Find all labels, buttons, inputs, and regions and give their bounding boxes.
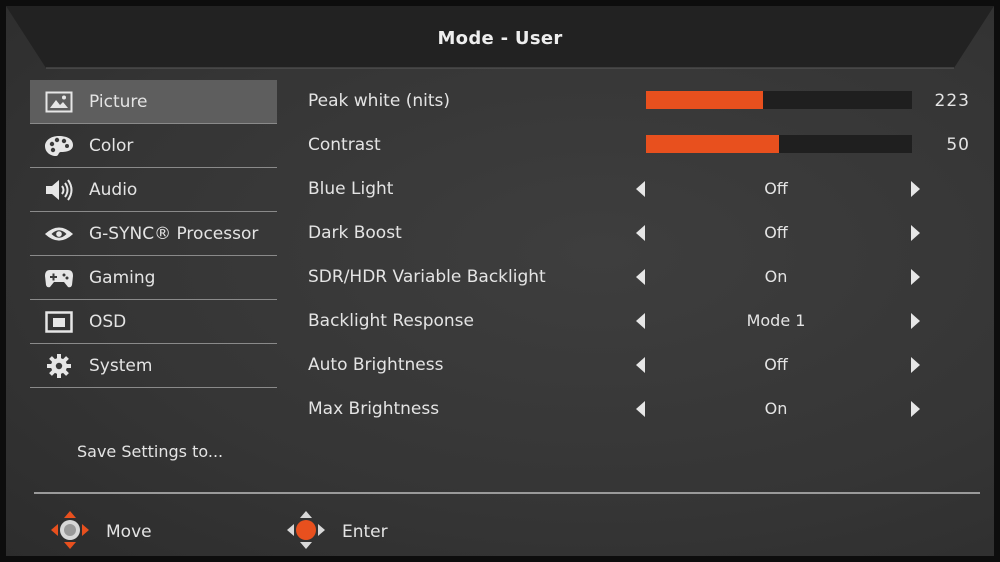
setting-label: Auto Brightness [308, 355, 444, 375]
arrow-left-icon[interactable] [636, 269, 645, 285]
arrow-right-icon[interactable] [911, 357, 920, 373]
arrow-right-icon[interactable] [911, 181, 920, 197]
enter-hint: Enter [286, 510, 388, 554]
setting-row-peak-white[interactable]: Peak white (nits) 223 [306, 80, 976, 124]
option-value: Off [764, 223, 788, 242]
picture-icon [44, 90, 74, 114]
setting-label: Backlight Response [308, 311, 474, 331]
setting-row-blue-light[interactable]: Blue Light Off [306, 168, 976, 212]
slider-value: 50 [946, 135, 970, 155]
setting-row-variable-backlight[interactable]: SDR/HDR Variable Backlight On [306, 256, 976, 300]
bezel-right [994, 0, 1000, 562]
option-value: On [764, 399, 788, 418]
setting-row-auto-brightness[interactable]: Auto Brightness Off [306, 344, 976, 388]
sidebar-item-color[interactable]: Color [30, 124, 277, 168]
arrow-left-icon[interactable] [636, 401, 645, 417]
move-joystick-icon [50, 510, 90, 554]
sidebar-item-picture[interactable]: Picture [30, 80, 277, 124]
sidebar-item-system[interactable]: System [30, 344, 277, 388]
sidebar-item-gsync[interactable]: G-SYNC® Processor [30, 212, 277, 256]
sidebar-item-osd[interactable]: OSD [30, 300, 277, 344]
sidebar-menu: Picture Color Audio G-SYNC® Processor Ga… [30, 80, 277, 388]
slider-value: 223 [934, 91, 970, 111]
palette-icon [44, 134, 74, 158]
arrow-right-icon[interactable] [911, 269, 920, 285]
nvidia-eye-icon [44, 222, 74, 246]
option-value: Off [764, 355, 788, 374]
setting-label: Dark Boost [308, 223, 402, 243]
sidebar-item-label: Picture [89, 91, 148, 112]
bezel-left [0, 0, 6, 562]
arrow-right-icon[interactable] [911, 313, 920, 329]
save-settings-button[interactable]: Save Settings to... [77, 442, 223, 461]
option-value: Off [764, 179, 788, 198]
page-title: Mode - User [437, 28, 563, 49]
option-value: On [764, 267, 788, 286]
arrow-left-icon[interactable] [636, 181, 645, 197]
setting-label: Contrast [308, 135, 381, 155]
bezel-bottom [0, 556, 1000, 562]
arrow-left-icon[interactable] [636, 225, 645, 241]
footer-divider [34, 492, 980, 494]
sidebar-item-label: OSD [89, 311, 127, 332]
sidebar-item-label: System [89, 355, 153, 376]
setting-row-backlight-response[interactable]: Backlight Response Mode 1 [306, 300, 976, 344]
gamepad-icon [44, 266, 74, 290]
sidebar-item-label: Color [89, 135, 134, 156]
sidebar-item-label: Audio [89, 179, 138, 200]
enter-joystick-icon [286, 510, 326, 554]
gear-icon [44, 353, 74, 378]
arrow-right-icon[interactable] [911, 225, 920, 241]
osd-icon [44, 310, 74, 334]
settings-panel: Peak white (nits) 223 Contrast 50 Blue L… [306, 80, 976, 432]
setting-row-contrast[interactable]: Contrast 50 [306, 124, 976, 168]
setting-label: Max Brightness [308, 399, 440, 419]
arrow-right-icon[interactable] [911, 401, 920, 417]
setting-label: Peak white (nits) [308, 91, 450, 111]
setting-label: Blue Light [308, 179, 394, 199]
slider-fill [646, 135, 779, 153]
slider-fill [646, 91, 764, 109]
sidebar-item-gaming[interactable]: Gaming [30, 256, 277, 300]
sidebar-item-audio[interactable]: Audio [30, 168, 277, 212]
setting-row-max-brightness[interactable]: Max Brightness On [306, 388, 976, 432]
setting-row-dark-boost[interactable]: Dark Boost Off [306, 212, 976, 256]
sidebar-item-label: Gaming [89, 267, 156, 288]
arrow-left-icon[interactable] [636, 357, 645, 373]
peak-white-slider[interactable] [646, 91, 912, 109]
enter-label: Enter [342, 522, 388, 542]
speaker-icon [44, 178, 74, 202]
arrow-left-icon[interactable] [636, 313, 645, 329]
move-label: Move [106, 522, 152, 542]
option-value: Mode 1 [746, 311, 806, 330]
setting-label: SDR/HDR Variable Backlight [308, 267, 546, 287]
title-bar: Mode - User [6, 6, 994, 72]
sidebar-item-label: G-SYNC® Processor [89, 223, 259, 244]
contrast-slider[interactable] [646, 135, 912, 153]
move-hint: Move [50, 510, 152, 554]
osd-screen: Mode - User Picture Color Audio G-SYNC® … [0, 0, 1000, 562]
